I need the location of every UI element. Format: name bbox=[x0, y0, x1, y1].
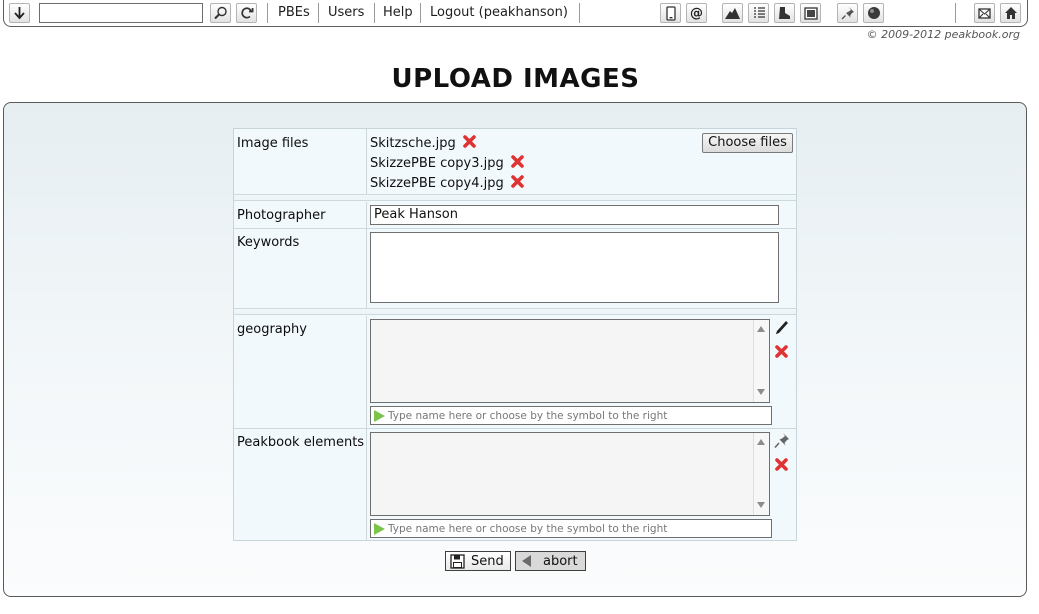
top-toolbar: PBEs Users Help Logout (peakhanson) @ bbox=[3, 0, 1028, 27]
copyright-text: © 2009-2012 peakbook.org bbox=[866, 28, 1020, 41]
page-title: UPLOAD IMAGES bbox=[391, 64, 640, 94]
upload-panel: Image files Skitzsche.jpg SkizzePBE copy… bbox=[3, 102, 1027, 597]
keywords-label: Keywords bbox=[234, 229, 367, 308]
toolbar-separator bbox=[420, 3, 421, 23]
file-name: SkizzePBE copy4.jpg bbox=[370, 176, 504, 191]
toolbar-separator bbox=[579, 3, 580, 23]
file-name: Skitzsche.jpg bbox=[370, 136, 456, 151]
toolbar-separator bbox=[374, 3, 375, 23]
delete-file-icon[interactable] bbox=[510, 174, 525, 193]
image-files-label: Image files bbox=[234, 129, 367, 194]
at-sign-icon[interactable]: @ bbox=[686, 3, 707, 23]
pin-icon[interactable] bbox=[837, 3, 858, 23]
list-icon[interactable] bbox=[748, 3, 769, 23]
type-placeholder: Type name here or choose by the symbol t… bbox=[388, 522, 668, 535]
photographer-label: Photographer bbox=[234, 202, 367, 228]
nav-logout-link[interactable]: Logout (peakhanson) bbox=[430, 4, 568, 22]
geography-list[interactable] bbox=[370, 319, 770, 403]
geography-row: geography Type name here or choose by th… bbox=[234, 316, 796, 429]
file-item: SkizzePBE copy4.jpg bbox=[370, 174, 525, 193]
peakbook-elements-type-input[interactable]: Type name here or choose by the symbol t… bbox=[370, 519, 772, 538]
play-arrow-icon bbox=[374, 522, 385, 535]
nav-help-link[interactable]: Help bbox=[383, 4, 413, 22]
delete-file-icon[interactable] bbox=[510, 154, 525, 173]
delete-file-icon[interactable] bbox=[462, 134, 477, 153]
form-divider bbox=[234, 310, 796, 315]
send-label: Send bbox=[471, 553, 504, 569]
upload-form: Image files Skitzsche.jpg SkizzePBE copy… bbox=[233, 128, 797, 541]
form-divider bbox=[234, 196, 796, 201]
mountain-icon[interactable] bbox=[722, 3, 743, 23]
type-placeholder: Type name here or choose by the symbol t… bbox=[388, 409, 668, 422]
clear-geography-icon[interactable] bbox=[774, 344, 789, 363]
mail-icon[interactable] bbox=[974, 3, 995, 23]
scroll-down-arrow-icon[interactable] bbox=[757, 389, 765, 395]
abort-button[interactable]: abort bbox=[515, 551, 586, 571]
file-item: SkizzePBE copy3.jpg bbox=[370, 154, 525, 173]
search-input[interactable] bbox=[39, 3, 203, 23]
photographer-input[interactable]: Peak Hanson bbox=[370, 205, 779, 225]
scroll-up-arrow-icon[interactable] bbox=[757, 326, 765, 332]
toolbar-separator bbox=[267, 3, 268, 23]
abort-label: abort bbox=[543, 553, 578, 569]
clear-peakbook-elements-icon[interactable] bbox=[774, 457, 789, 476]
globe-icon[interactable] bbox=[863, 3, 884, 23]
keywords-textarea[interactable] bbox=[370, 232, 779, 303]
file-item: Skitzsche.jpg bbox=[370, 134, 477, 153]
floppy-disk-icon bbox=[450, 553, 465, 569]
search-icon[interactable] bbox=[210, 3, 231, 23]
peakbook-elements-row: Peakbook elements Type name here or choo… bbox=[234, 429, 796, 541]
geography-label: geography bbox=[234, 316, 367, 428]
scrollbar[interactable] bbox=[753, 320, 769, 402]
file-name: SkizzePBE copy3.jpg bbox=[370, 156, 504, 171]
scroll-up-arrow-icon[interactable] bbox=[757, 439, 765, 445]
toolbar-separator bbox=[955, 3, 956, 23]
refresh-icon[interactable] bbox=[236, 3, 257, 23]
home-icon[interactable] bbox=[1000, 3, 1021, 23]
boot-icon[interactable] bbox=[774, 3, 795, 23]
download-arrow-icon[interactable] bbox=[9, 3, 30, 23]
send-button[interactable]: Send bbox=[445, 551, 511, 571]
image-icon[interactable] bbox=[800, 3, 821, 23]
nav-users-link[interactable]: Users bbox=[328, 4, 364, 22]
pencil-icon[interactable] bbox=[774, 319, 790, 340]
photographer-row: Photographer Peak Hanson bbox=[234, 202, 796, 229]
phone-icon[interactable] bbox=[660, 3, 681, 23]
peakbook-elements-label: Peakbook elements bbox=[234, 429, 367, 541]
nav-pbes-link[interactable]: PBEs bbox=[278, 4, 310, 22]
toolbar-separator bbox=[318, 3, 319, 23]
pin-icon[interactable] bbox=[774, 432, 790, 453]
choose-files-button[interactable]: Choose files bbox=[702, 133, 793, 153]
scroll-down-arrow-icon[interactable] bbox=[757, 502, 765, 508]
play-arrow-icon bbox=[374, 409, 385, 422]
image-files-row: Image files Skitzsche.jpg SkizzePBE copy… bbox=[234, 129, 796, 195]
keywords-row: Keywords bbox=[234, 229, 796, 309]
scrollbar[interactable] bbox=[753, 433, 769, 515]
peakbook-elements-list[interactable] bbox=[370, 432, 770, 516]
back-arrow-icon bbox=[522, 555, 531, 567]
geography-type-input[interactable]: Type name here or choose by the symbol t… bbox=[370, 406, 772, 425]
